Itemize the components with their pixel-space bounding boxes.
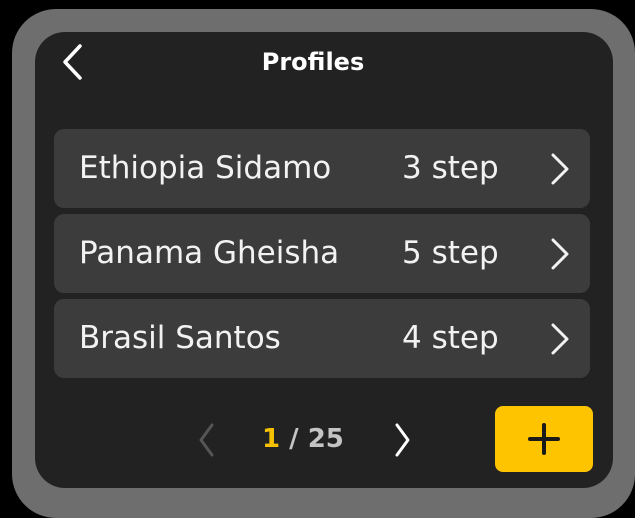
page-separator: / (289, 424, 299, 454)
page-title: Profiles (261, 48, 365, 76)
profile-row-panama-gheisha[interactable]: Panama Gheisha 5 step (54, 214, 590, 293)
previous-page-button[interactable] (192, 420, 224, 460)
profile-row-ethiopia-sidamo[interactable]: Ethiopia Sidamo 3 step (54, 129, 590, 208)
profile-name: Brasil Santos (79, 320, 281, 356)
profile-name: Ethiopia Sidamo (79, 150, 332, 186)
profile-name: Panama Gheisha (79, 235, 340, 271)
chevron-right-icon (395, 423, 410, 457)
add-profile-button[interactable] (495, 406, 593, 472)
profile-step-count: 4 step (402, 320, 499, 356)
chevron-left-icon (199, 423, 214, 457)
profile-step-count: 3 step (402, 150, 499, 186)
page-indicator: 1 / 25 (262, 420, 344, 458)
next-page-button[interactable] (386, 420, 418, 460)
plus-icon (528, 423, 560, 455)
chevron-right-icon (551, 238, 569, 270)
current-page: 1 (262, 424, 281, 454)
chevron-right-icon (551, 323, 569, 355)
total-pages: 25 (307, 424, 344, 454)
back-button[interactable] (56, 40, 92, 84)
chevron-left-icon (63, 44, 82, 80)
profile-row-brasil-santos[interactable]: Brasil Santos 4 step (54, 299, 590, 378)
profile-step-count: 5 step (402, 235, 499, 271)
chevron-right-icon (551, 153, 569, 185)
